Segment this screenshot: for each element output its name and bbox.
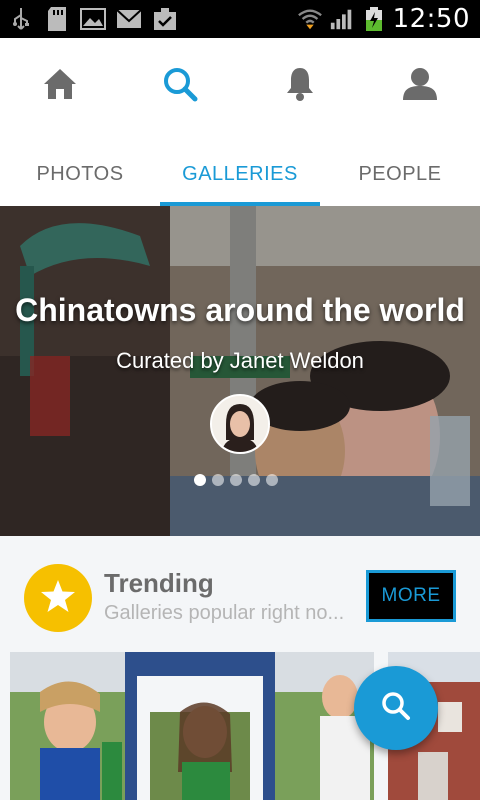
image-icon — [80, 7, 106, 31]
tab-people[interactable]: PEOPLE — [320, 142, 480, 206]
tab-photos[interactable]: PHOTOS — [0, 142, 160, 206]
featured-gallery-hero[interactable]: Chinatowns around the world Curated by J… — [0, 206, 480, 536]
trending-title: Trending — [104, 568, 214, 598]
nav-search[interactable] — [120, 38, 240, 134]
star-icon — [40, 579, 76, 618]
gallery-thumbnail[interactable] — [10, 652, 374, 800]
battery-charging-icon — [361, 7, 387, 31]
mail-icon — [116, 7, 142, 31]
curator-avatar[interactable] — [210, 394, 270, 454]
bell-icon — [284, 66, 316, 107]
more-button[interactable]: MORE — [366, 570, 456, 622]
tab-galleries[interactable]: GALLERIES — [160, 142, 320, 206]
carousel-dot[interactable] — [248, 474, 260, 486]
gallery-thumbnail-image — [10, 652, 374, 800]
clipboard-check-icon — [152, 7, 178, 31]
nav-notifications[interactable] — [240, 38, 360, 134]
nav-profile[interactable] — [360, 38, 480, 134]
signal-icon — [329, 7, 355, 31]
tab-bar: PHOTOS GALLERIES PEOPLE — [0, 142, 480, 206]
trending-subtitle: Galleries popular right no... — [104, 602, 345, 624]
hero-title: Chinatowns around the world — [15, 292, 465, 328]
trending-badge — [24, 564, 92, 632]
floating-search-button[interactable] — [354, 666, 438, 750]
search-icon — [162, 66, 198, 107]
usb-icon — [8, 7, 34, 31]
carousel-dot[interactable] — [266, 474, 278, 486]
status-clock: 12:50 — [392, 4, 470, 34]
home-icon — [42, 67, 78, 106]
carousel-dot[interactable] — [194, 474, 206, 486]
nav-home[interactable] — [0, 38, 120, 134]
app-bar: PHOTOS GALLERIES PEOPLE — [0, 38, 480, 206]
search-icon — [381, 691, 411, 726]
trending-section: Trending Galleries popular right no... M… — [0, 536, 480, 652]
status-bar: 12:50 — [0, 0, 480, 38]
profile-icon — [401, 66, 439, 107]
hero-curator: Curated by Janet Weldon — [116, 348, 364, 373]
wifi-icon — [297, 7, 323, 31]
top-nav — [0, 38, 480, 134]
sd-card-icon — [44, 7, 70, 31]
carousel-dot[interactable] — [230, 474, 242, 486]
carousel-indicator — [194, 474, 278, 486]
carousel-dot[interactable] — [212, 474, 224, 486]
